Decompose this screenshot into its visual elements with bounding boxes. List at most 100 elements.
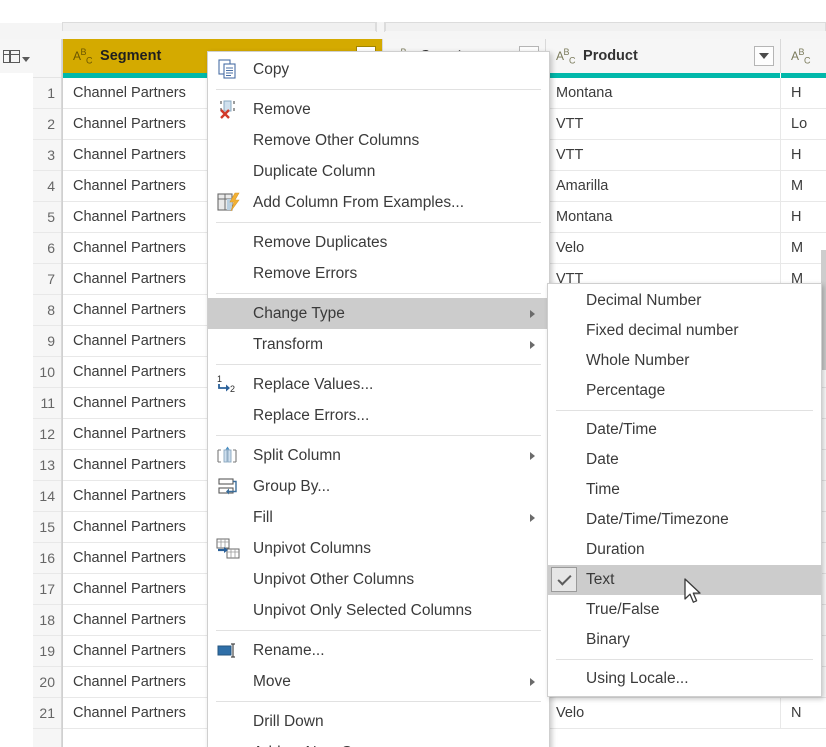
row-number[interactable]: 15: [33, 512, 61, 543]
row-number[interactable]: 5: [33, 202, 61, 233]
table-cell-product[interactable]: Amarilla: [546, 171, 781, 201]
menu-item-split-column[interactable]: Split Column: [208, 440, 549, 471]
submenu-item-whole-number[interactable]: Whole Number: [548, 346, 821, 376]
top-splitter-left-pane[interactable]: [62, 22, 376, 31]
submenu-item-binary[interactable]: Binary: [548, 625, 821, 655]
row-number[interactable]: 18: [33, 605, 61, 636]
table-cell-extra[interactable]: N: [781, 698, 826, 728]
column-header-product[interactable]: ABCProduct: [546, 39, 781, 73]
menu-item-label: Replace Values...: [253, 376, 373, 394]
menu-item-replace-errors[interactable]: Replace Errors...: [208, 400, 549, 431]
row-number[interactable]: 10: [33, 357, 61, 388]
table-cell-product[interactable]: Velo: [546, 233, 781, 263]
menu-separator: [216, 701, 541, 702]
menu-item-transform[interactable]: Transform: [208, 329, 549, 360]
submenu-item-date[interactable]: Date: [548, 445, 821, 475]
submenu-item-date-time[interactable]: Date/Time: [548, 415, 821, 445]
menu-item-label: Unpivot Only Selected Columns: [253, 602, 472, 620]
table-cell-extra[interactable]: H: [781, 140, 826, 170]
menu-item-remove-errors[interactable]: Remove Errors: [208, 258, 549, 289]
submenu-item-using-locale[interactable]: Using Locale...: [548, 664, 821, 694]
submenu-item-decimal-number[interactable]: Decimal Number: [548, 286, 821, 316]
row-number-header: [33, 39, 61, 78]
menu-item-label: Remove: [253, 101, 311, 119]
row-number[interactable]: 3: [33, 140, 61, 171]
menu-item-remove-duplicates[interactable]: Remove Duplicates: [208, 227, 549, 258]
row-number[interactable]: 14: [33, 481, 61, 512]
menu-item-unpivot-columns[interactable]: Unpivot Columns: [208, 533, 549, 564]
submenu-separator: [556, 410, 813, 411]
top-splitter-right-pane[interactable]: [385, 22, 826, 31]
check-glyph: [557, 571, 571, 585]
menu-item-unpivot-only-selected-columns[interactable]: Unpivot Only Selected Columns: [208, 595, 549, 626]
submenu-item-label: Decimal Number: [586, 292, 701, 310]
column-type-icon: ABC: [791, 47, 810, 65]
change-type-submenu[interactable]: Decimal Number Fixed decimal numberWhole …: [547, 283, 822, 697]
row-number[interactable]: 1: [33, 78, 61, 109]
menu-item-remove-other-columns[interactable]: Remove Other Columns: [208, 125, 549, 156]
menu-item-fill[interactable]: Fill: [208, 502, 549, 533]
row-number[interactable]: 9: [33, 326, 61, 357]
row-number[interactable]: 8: [33, 295, 61, 326]
table-cell-extra[interactable]: M: [781, 233, 826, 263]
submenu-arrow-icon: [530, 310, 535, 318]
table-cell-extra[interactable]: H: [781, 78, 826, 108]
row-number[interactable]: 12: [33, 419, 61, 450]
menu-item-add-column-from-examples[interactable]: Add Column From Examples...: [208, 187, 549, 218]
table-cell-extra[interactable]: Lo: [781, 109, 826, 139]
row-number[interactable]: 16: [33, 543, 61, 574]
column-filter-button[interactable]: [754, 46, 774, 66]
top-splitter-handle[interactable]: [376, 22, 385, 32]
menu-item-replace-values[interactable]: 12Replace Values...: [208, 369, 549, 400]
menu-item-label: Unpivot Columns: [253, 540, 371, 558]
column-header-label: Product: [583, 48, 638, 64]
row-number[interactable]: 6: [33, 233, 61, 264]
unpivot-icon: [215, 537, 241, 560]
menu-item-unpivot-other-columns[interactable]: Unpivot Other Columns: [208, 564, 549, 595]
row-number[interactable]: 7: [33, 264, 61, 295]
table-cell-product[interactable]: Montana: [546, 78, 781, 108]
row-number[interactable]: 17: [33, 574, 61, 605]
menu-item-change-type[interactable]: Change Type: [208, 298, 549, 329]
chevron-down-icon: [22, 57, 30, 62]
menu-item-label: Copy: [253, 61, 289, 79]
menu-item-drill-down[interactable]: Drill Down: [208, 706, 549, 737]
menu-item-move[interactable]: Move: [208, 666, 549, 697]
menu-item-add-as-new-query[interactable]: Add as New Query: [208, 737, 549, 747]
column-header-more[interactable]: ABC: [781, 39, 826, 73]
submenu-item-time[interactable]: Time: [548, 475, 821, 505]
submenu-item-duration[interactable]: Duration: [548, 535, 821, 565]
table-cell-product[interactable]: Velo: [546, 698, 781, 728]
menu-separator: [216, 435, 541, 436]
row-number[interactable]: 11: [33, 388, 61, 419]
submenu-item-label: Date/Time/Timezone: [586, 511, 729, 529]
menu-item-label: Drill Down: [253, 713, 324, 731]
checkmark-icon: [551, 567, 577, 592]
table-cell-product[interactable]: VTT: [546, 140, 781, 170]
svg-text:1: 1: [217, 374, 222, 384]
menu-item-remove[interactable]: Remove: [208, 94, 549, 125]
table-cell-extra[interactable]: H: [781, 202, 826, 232]
select-all-table-button[interactable]: [0, 39, 33, 73]
row-number[interactable]: 4: [33, 171, 61, 202]
menu-item-group-by[interactable]: Group By...: [208, 471, 549, 502]
menu-item-duplicate-column[interactable]: Duplicate Column: [208, 156, 549, 187]
row-number[interactable]: 21: [33, 698, 61, 729]
submenu-item-date-time-timezone[interactable]: Date/Time/Timezone: [548, 505, 821, 535]
column-context-menu[interactable]: Copy Remove Remove Other ColumnsDuplicate …: [207, 51, 550, 747]
row-number[interactable]: 20: [33, 667, 61, 698]
menu-item-rename[interactable]: Rename...: [208, 635, 549, 666]
row-number[interactable]: 19: [33, 636, 61, 667]
submenu-item-text[interactable]: Text: [548, 565, 821, 595]
table-cell-product[interactable]: Montana: [546, 202, 781, 232]
submenu-item-true-false[interactable]: True/False: [548, 595, 821, 625]
power-query-editor-preview: 123456789101112131415161718192021 ABCSeg…: [0, 0, 826, 747]
table-cell-extra[interactable]: M: [781, 171, 826, 201]
table-cell-product[interactable]: VTT: [546, 109, 781, 139]
submenu-separator: [556, 659, 813, 660]
submenu-item-percentage[interactable]: Percentage: [548, 376, 821, 406]
row-number[interactable]: 13: [33, 450, 61, 481]
row-number[interactable]: 2: [33, 109, 61, 140]
submenu-item-fixed-decimal-number[interactable]: Fixed decimal number: [548, 316, 821, 346]
menu-item-copy[interactable]: Copy: [208, 54, 549, 85]
